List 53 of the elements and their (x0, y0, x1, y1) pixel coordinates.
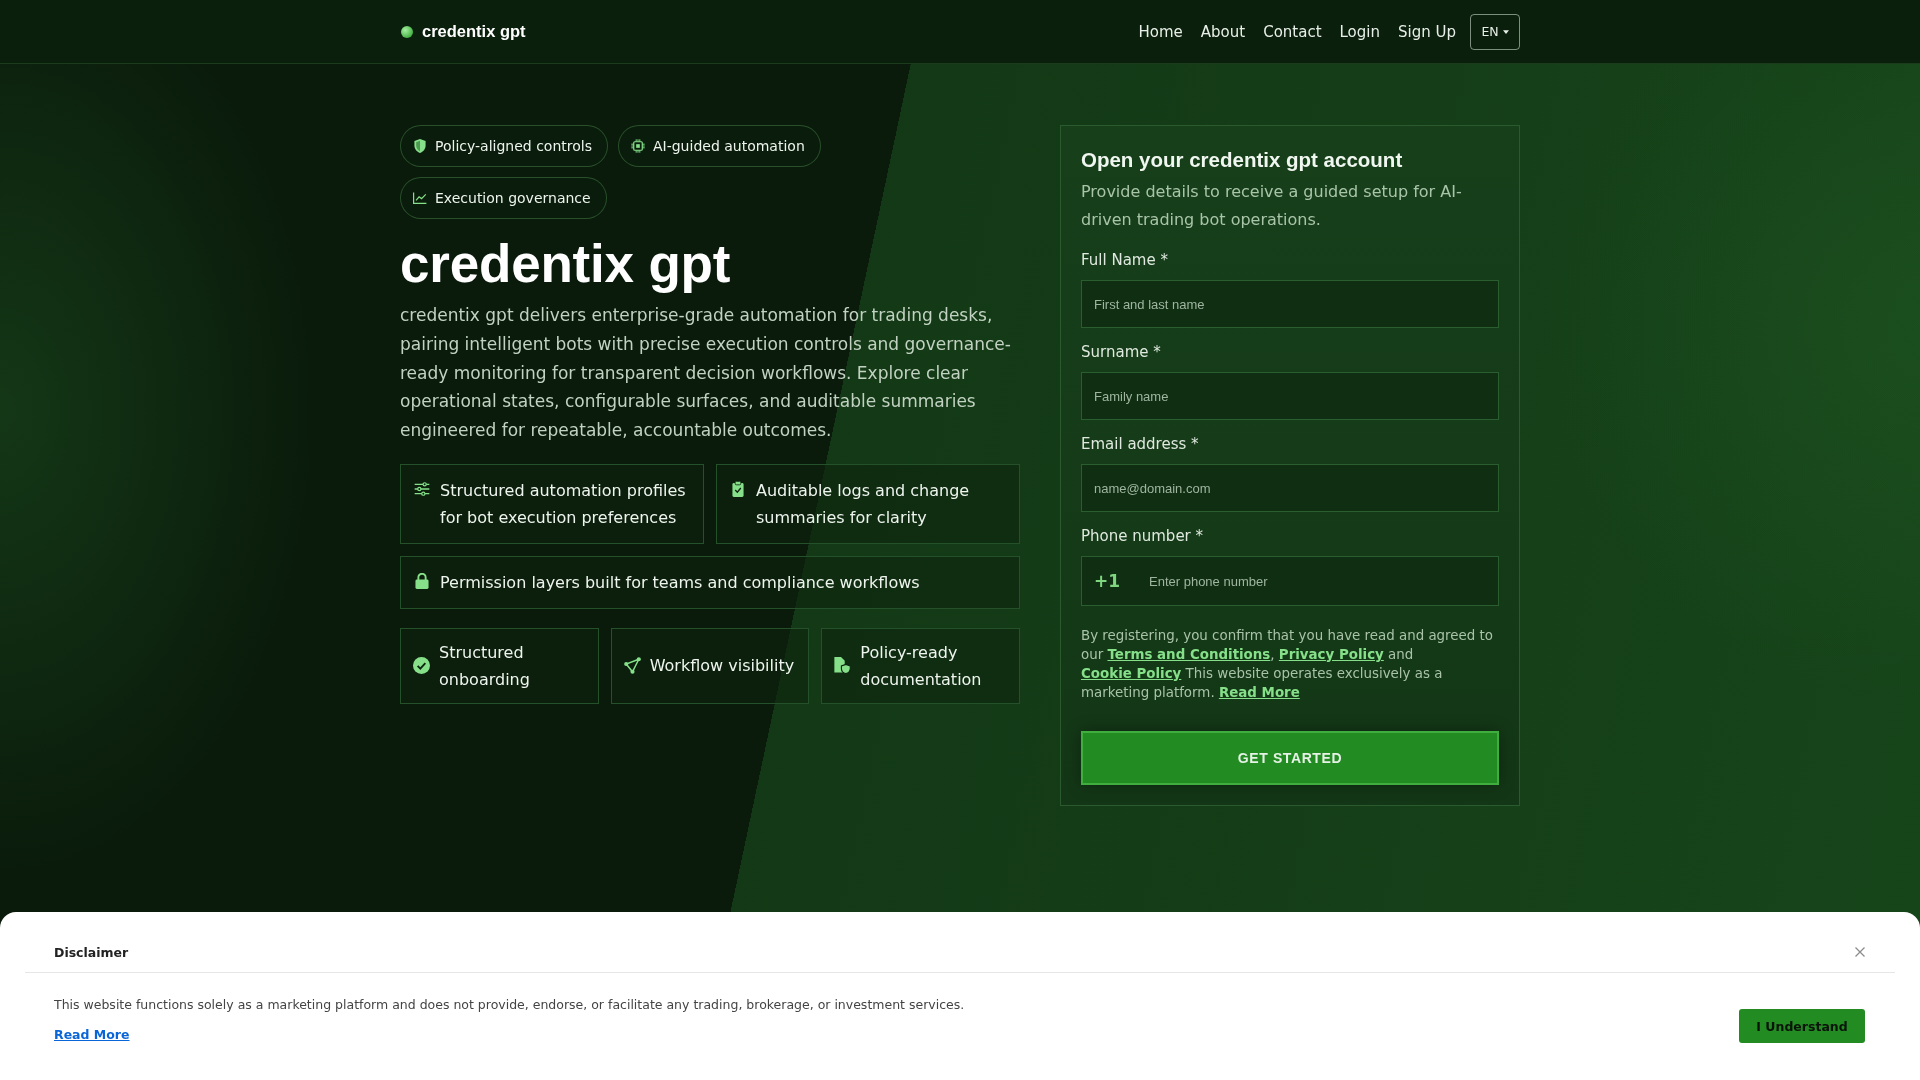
form-subtitle: Provide details to receive a guided setup for AI-driven trading bot operations. (1081, 181, 1463, 231)
highlight-text: Policy-ready documentation (860, 642, 983, 691)
read-more-link[interactable]: Read More (54, 1026, 130, 1044)
close-button[interactable] (1855, 947, 1865, 957)
nav-link[interactable]: About (1200, 22, 1246, 41)
logo-dot-icon (401, 25, 413, 38)
caret-icon (1502, 29, 1509, 34)
phone-input[interactable]: Enter phone number (1149, 557, 1498, 605)
check-circle-icon (413, 657, 430, 675)
feature-text: Structured automation profiles for bot execution preferences (440, 480, 687, 529)
phone-field[interactable]: +1 Enter phone number (1081, 556, 1499, 606)
input-field[interactable]: Family name (1081, 372, 1499, 420)
field-label: Surname * (1081, 342, 1162, 363)
nodes-icon (623, 657, 641, 675)
close-icon (1855, 947, 1865, 957)
shield-icon (413, 139, 427, 153)
consent-text: By registering, you confirm that you have read and agreed to our Terms and Conditions, Privacy Policy and Cookie Policy This website operates exclusively as a marketing platform. Read More (1081, 627, 1494, 702)
tag-label: Execution governance (435, 190, 591, 206)
tag-label: AI-guided automation (652, 138, 805, 154)
understand-button[interactable]: I Understand (1739, 1009, 1865, 1043)
form-title: Open your credentix gpt account (1081, 147, 1404, 173)
hero-title: credentix gpt (400, 234, 732, 294)
hero-description: credentix gpt delivers enterprise-grade automation for trading desks, pairing intelligent bots with precise execution controls and governance-ready monitoring for transparent decision workflows. Explore clear operational states, configurable surfaces, and auditable summaries engineered for repeatable, accountable outcomes. (400, 304, 1012, 443)
read-more-link[interactable]: Read More (1218, 685, 1300, 700)
input-field[interactable]: name@domain.com (1081, 464, 1499, 512)
cookie-link[interactable]: Cookie Policy (1081, 666, 1182, 681)
feature-text: Permission layers built for teams and compliance workflows (440, 572, 920, 594)
language-selector[interactable]: EN (1470, 13, 1520, 50)
country-code: +1 (1093, 571, 1122, 591)
nav-link[interactable]: Login (1339, 22, 1380, 41)
field-label: Full Name * (1081, 250, 1169, 271)
nav-link[interactable]: Home (1138, 22, 1183, 41)
tag-label: Policy-aligned controls (435, 138, 592, 154)
get-started-button[interactable]: GET STARTED (1081, 731, 1499, 785)
lock-icon (414, 573, 430, 589)
nav-link[interactable]: Contact (1263, 22, 1322, 41)
terms-link[interactable]: Terms and Conditions (1107, 647, 1271, 662)
sliders-icon (414, 481, 430, 497)
highlight-text: Structured onboarding (439, 642, 531, 691)
feature-text: Auditable logs and change summaries for clarity (756, 480, 971, 529)
nav-link[interactable]: Sign Up (1398, 22, 1456, 41)
input-field[interactable]: First and last name (1081, 280, 1499, 328)
privacy-link[interactable]: Privacy Policy (1278, 647, 1384, 662)
processor-chip-icon (630, 139, 645, 153)
disclaimer-text: This website functions solely as a marketing platform and does not provide, endorse, or facilitate any trading, brokerage, or investment services. (54, 996, 965, 1014)
disclaimer-title: Disclaimer (54, 944, 129, 960)
highlight-text: Workflow visibility (649, 655, 795, 678)
clipboard-check-icon (730, 481, 746, 497)
field-label: Phone number * (1081, 526, 1205, 547)
brand-name[interactable]: credentix gpt (422, 22, 526, 41)
line-chart-icon (413, 191, 427, 205)
file-shield-icon (834, 657, 852, 675)
field-label: Email address * (1081, 434, 1200, 455)
